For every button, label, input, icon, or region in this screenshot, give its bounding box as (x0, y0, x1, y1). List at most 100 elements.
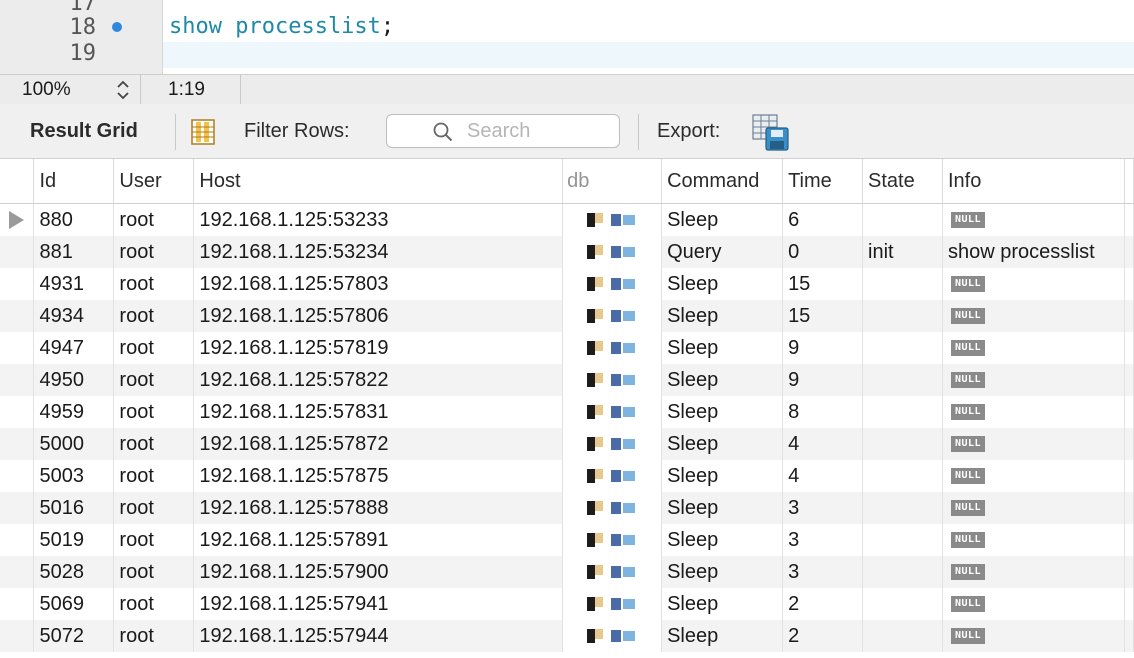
cell-id[interactable]: 881 (33, 236, 115, 268)
cell-id[interactable]: 5072 (33, 620, 115, 652)
table-row[interactable]: 880 root 192.168.1.125:53233 Sleep 6 NULL (0, 203, 1134, 236)
cell-info[interactable]: NULL (942, 556, 1125, 588)
cell-time[interactable]: 9 (782, 332, 864, 364)
code-line[interactable]: show processlist; (169, 13, 394, 41)
cell-id[interactable]: 4950 (33, 364, 115, 396)
cell-user[interactable]: root (113, 364, 195, 396)
cell-command[interactable]: Sleep (661, 332, 784, 364)
row-selector[interactable] (0, 460, 35, 492)
cell-state[interactable] (862, 268, 943, 300)
result-grid[interactable]: Id User Host db Command Time State Info … (0, 159, 1134, 658)
cell-id[interactable]: 4959 (33, 396, 115, 428)
cell-command[interactable]: Sleep (661, 300, 784, 332)
cell-info[interactable]: NULL (942, 620, 1125, 652)
cell-command[interactable]: Sleep (661, 524, 784, 556)
cell-info[interactable]: NULL (942, 460, 1125, 492)
cell-info[interactable]: NULL (942, 588, 1125, 620)
search-input[interactable] (467, 119, 607, 143)
cell-db-redacted[interactable] (562, 428, 663, 460)
column-header-info[interactable]: Info (942, 159, 1125, 204)
cell-host[interactable]: 192.168.1.125:57822 (193, 364, 564, 396)
column-header-command[interactable]: Command (661, 159, 784, 204)
table-row[interactable]: 5000 root 192.168.1.125:57872 Sleep 4 NULL (0, 428, 1134, 460)
table-row[interactable]: 5019 root 192.168.1.125:57891 Sleep 3 NULL (0, 524, 1134, 556)
cell-id[interactable]: 5003 (33, 460, 115, 492)
row-selector[interactable] (0, 332, 35, 364)
cell-time[interactable]: 4 (782, 460, 864, 492)
cell-user[interactable]: root (113, 492, 195, 524)
cell-time[interactable]: 15 (782, 268, 864, 300)
row-selector[interactable] (0, 396, 35, 428)
cell-time[interactable]: 3 (782, 492, 864, 524)
cell-host[interactable]: 192.168.1.125:57875 (193, 460, 564, 492)
cell-host[interactable]: 192.168.1.125:53234 (193, 236, 564, 268)
cell-info[interactable]: NULL (942, 203, 1125, 236)
table-row[interactable]: 5072 root 192.168.1.125:57944 Sleep 2 NULL (0, 620, 1134, 652)
cell-user[interactable]: root (113, 588, 195, 620)
cell-user[interactable]: root (113, 524, 195, 556)
cell-id[interactable]: 5000 (33, 428, 115, 460)
cell-time[interactable]: 0 (782, 236, 864, 268)
cell-time[interactable]: 9 (782, 364, 864, 396)
sql-editor[interactable]: 17 18 19 show processlist; (0, 0, 1134, 74)
cell-db-redacted[interactable] (562, 332, 663, 364)
cell-host[interactable]: 192.168.1.125:57888 (193, 492, 564, 524)
cell-command[interactable]: Query (661, 236, 784, 268)
cell-user[interactable]: root (113, 620, 195, 652)
cell-info[interactable]: NULL (942, 428, 1125, 460)
cell-host[interactable]: 192.168.1.125:57819 (193, 332, 564, 364)
table-row[interactable]: 4931 root 192.168.1.125:57803 Sleep 15 NULL (0, 268, 1134, 300)
cell-host[interactable]: 192.168.1.125:57831 (193, 396, 564, 428)
row-selector[interactable] (0, 203, 35, 236)
cell-user[interactable]: root (113, 428, 195, 460)
table-row[interactable]: 4947 root 192.168.1.125:57819 Sleep 9 NULL (0, 332, 1134, 364)
cell-user[interactable]: root (113, 203, 195, 236)
cell-state[interactable] (862, 588, 943, 620)
cell-state[interactable] (862, 556, 943, 588)
table-row[interactable]: 5028 root 192.168.1.125:57900 Sleep 3 NULL (0, 556, 1134, 588)
cell-db-redacted[interactable] (562, 236, 663, 268)
cell-db-redacted[interactable] (562, 460, 663, 492)
row-selector[interactable] (0, 300, 35, 332)
cell-state[interactable] (862, 396, 943, 428)
table-row[interactable]: 5003 root 192.168.1.125:57875 Sleep 4 NULL (0, 460, 1134, 492)
cell-info[interactable]: NULL (942, 332, 1125, 364)
statement-marker-icon[interactable] (112, 22, 122, 32)
cell-time[interactable]: 8 (782, 396, 864, 428)
cell-user[interactable]: root (113, 396, 195, 428)
cell-command[interactable]: Sleep (661, 588, 784, 620)
cell-id[interactable]: 4934 (33, 300, 115, 332)
table-row[interactable]: 5069 root 192.168.1.125:57941 Sleep 2 NULL (0, 588, 1134, 620)
cell-command[interactable]: Sleep (661, 460, 784, 492)
cell-host[interactable]: 192.168.1.125:57806 (193, 300, 564, 332)
cell-info[interactable]: NULL (942, 268, 1125, 300)
row-selector[interactable] (0, 492, 35, 524)
row-selector[interactable] (0, 428, 35, 460)
row-selector[interactable] (0, 364, 35, 396)
cell-host[interactable]: 192.168.1.125:57900 (193, 556, 564, 588)
cell-info[interactable]: NULL (942, 492, 1125, 524)
cell-time[interactable]: 3 (782, 556, 864, 588)
cell-state[interactable] (862, 492, 943, 524)
cell-db-redacted[interactable] (562, 364, 663, 396)
cell-time[interactable]: 15 (782, 300, 864, 332)
cell-id[interactable]: 5019 (33, 524, 115, 556)
cell-command[interactable]: Sleep (661, 268, 784, 300)
cell-time[interactable]: 4 (782, 428, 864, 460)
cell-db-redacted[interactable] (562, 203, 663, 236)
cell-info[interactable]: NULL (942, 396, 1125, 428)
export-grid-icon[interactable] (752, 114, 790, 152)
row-selector[interactable] (0, 620, 35, 652)
grid-view-icon[interactable] (190, 118, 216, 146)
cell-user[interactable]: root (113, 268, 195, 300)
cell-user[interactable]: root (113, 460, 195, 492)
table-row[interactable]: 881 root 192.168.1.125:53234 Query 0 init show… (0, 236, 1134, 268)
cell-host[interactable]: 192.168.1.125:57872 (193, 428, 564, 460)
row-selector[interactable] (0, 588, 35, 620)
cell-info[interactable]: NULL (942, 524, 1125, 556)
column-header-user[interactable]: User (113, 159, 195, 204)
cell-command[interactable]: Sleep (661, 492, 784, 524)
cell-host[interactable]: 192.168.1.125:57891 (193, 524, 564, 556)
cell-id[interactable]: 880 (33, 203, 115, 236)
row-selector[interactable] (0, 556, 35, 588)
